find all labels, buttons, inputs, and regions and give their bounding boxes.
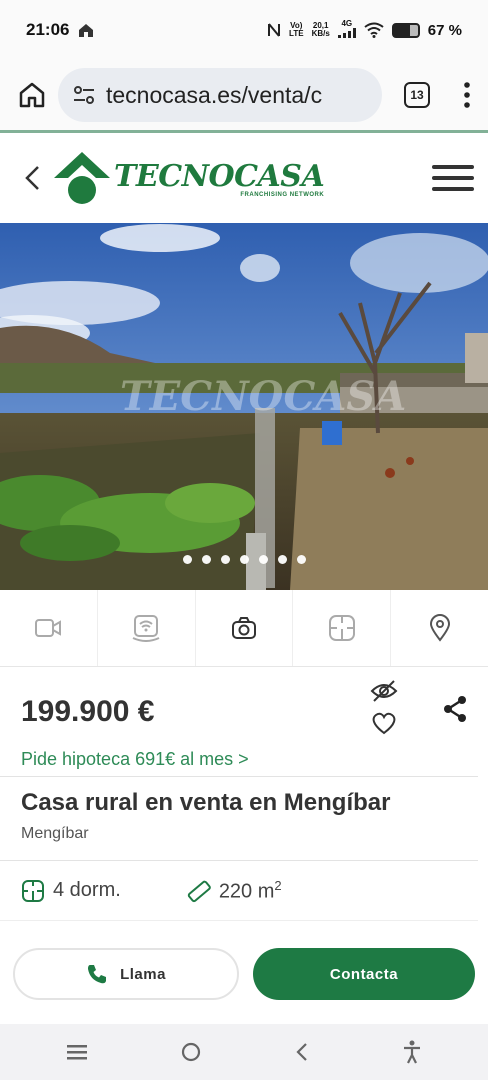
media-tabs (0, 590, 488, 667)
brand-tagline: FRANCHISING NETWORK (240, 191, 325, 198)
system-navigation-bar (0, 1024, 488, 1080)
feature-area: 220 m2 (187, 878, 282, 904)
share-icon[interactable] (442, 695, 468, 723)
back-arrow-icon[interactable] (22, 163, 42, 193)
battery-icon (391, 22, 420, 38)
gallery-pagination (0, 555, 488, 564)
mortgage-link[interactable]: Pide hipoteca 691€ al mes > (21, 749, 249, 770)
url-text: tecnocasa.es/venta/c (106, 81, 323, 108)
battery-percent: 67 % (427, 21, 462, 39)
listing-title: Casa rural en venta en Mengíbar (21, 789, 391, 816)
tab-switcher-button[interactable]: 13 (404, 82, 430, 108)
site-settings-icon[interactable] (72, 83, 96, 107)
contact-actions: Llama Contacta (0, 922, 488, 1026)
home-icon[interactable] (16, 79, 48, 111)
area-unit-superscript: 2 (274, 877, 282, 893)
nfc-icon (268, 23, 281, 37)
gallery-dot[interactable] (201, 555, 211, 564)
favorite-heart-icon[interactable] (370, 711, 398, 735)
site-header: TECNOCASA FRANCHISING NETWORK (0, 133, 488, 223)
recent-apps-icon[interactable] (66, 1043, 88, 1061)
wifi-icon (364, 22, 384, 38)
brand-logo[interactable]: TECNOCASA FRANCHISING NETWORK (52, 150, 325, 206)
signal-icon (337, 28, 356, 38)
browser-toolbar: tecnocasa.es/venta/c 13 (0, 60, 488, 130)
system-back-icon[interactable] (294, 1042, 310, 1062)
ruler-icon (187, 880, 211, 902)
volte-label-bottom: LTE (289, 29, 304, 38)
gallery-dot[interactable] (296, 555, 306, 564)
gallery-dot[interactable] (239, 555, 249, 564)
hide-listing-icon[interactable] (370, 679, 398, 703)
gallery-dot[interactable] (220, 555, 230, 564)
camera-icon (231, 617, 256, 639)
media-tab-photos[interactable] (196, 590, 294, 666)
listing-title-section: Casa rural en venta en Mengíbar Mengíbar (0, 777, 478, 861)
network-type: 4G (341, 19, 353, 28)
location-pin-icon (429, 614, 450, 642)
home-circle-icon[interactable] (180, 1041, 202, 1063)
address-bar[interactable]: tecnocasa.es/venta/c (58, 68, 382, 122)
hamburger-menu-icon[interactable] (430, 163, 476, 193)
bedrooms-icon (22, 879, 44, 902)
media-tab-virtual-tour[interactable] (98, 590, 196, 666)
media-tab-floorplan[interactable] (293, 590, 392, 666)
gallery-dot[interactable] (182, 555, 192, 564)
bedrooms-value: 4 dorm. (53, 879, 121, 901)
gallery-dot[interactable] (277, 555, 287, 564)
virtual-tour-icon (132, 615, 160, 642)
more-options-icon[interactable] (462, 81, 472, 109)
photo-gallery[interactable]: TECNOCASA (0, 223, 488, 590)
accessibility-icon[interactable] (402, 1040, 422, 1064)
status-bar: 21:06 Vo) LTE 20,1 KB/s 4G 67 % (0, 0, 488, 60)
contact-button-label: Contacta (329, 965, 399, 983)
media-tab-map[interactable] (391, 590, 488, 666)
price-section: 199.900 € Pide hipoteca 691€ al mes > (0, 667, 478, 777)
logo-house-icon (54, 152, 110, 204)
brand-name: TECNOCASA (114, 158, 325, 194)
listing-location: Mengíbar (21, 825, 89, 842)
feature-bedrooms: 4 dorm. (21, 879, 121, 903)
call-button-label: Llama (120, 965, 166, 983)
area-value: 220 m (218, 880, 275, 903)
call-button[interactable]: Llama (13, 948, 239, 1000)
photo-watermark: TECNOCASA (120, 373, 407, 420)
gallery-dot[interactable] (258, 555, 268, 564)
contact-button[interactable]: Contacta (253, 948, 475, 1000)
video-icon (35, 619, 62, 637)
toolbar-divider (0, 130, 488, 133)
media-tab-video[interactable] (0, 590, 98, 666)
status-time: 21:06 (26, 20, 70, 39)
listing-features: 4 dorm. 220 m2 (0, 861, 478, 921)
home-status-icon (79, 24, 94, 37)
floorplan-icon (328, 615, 355, 641)
phone-icon (88, 965, 107, 984)
speed-unit: KB/s (311, 29, 330, 38)
